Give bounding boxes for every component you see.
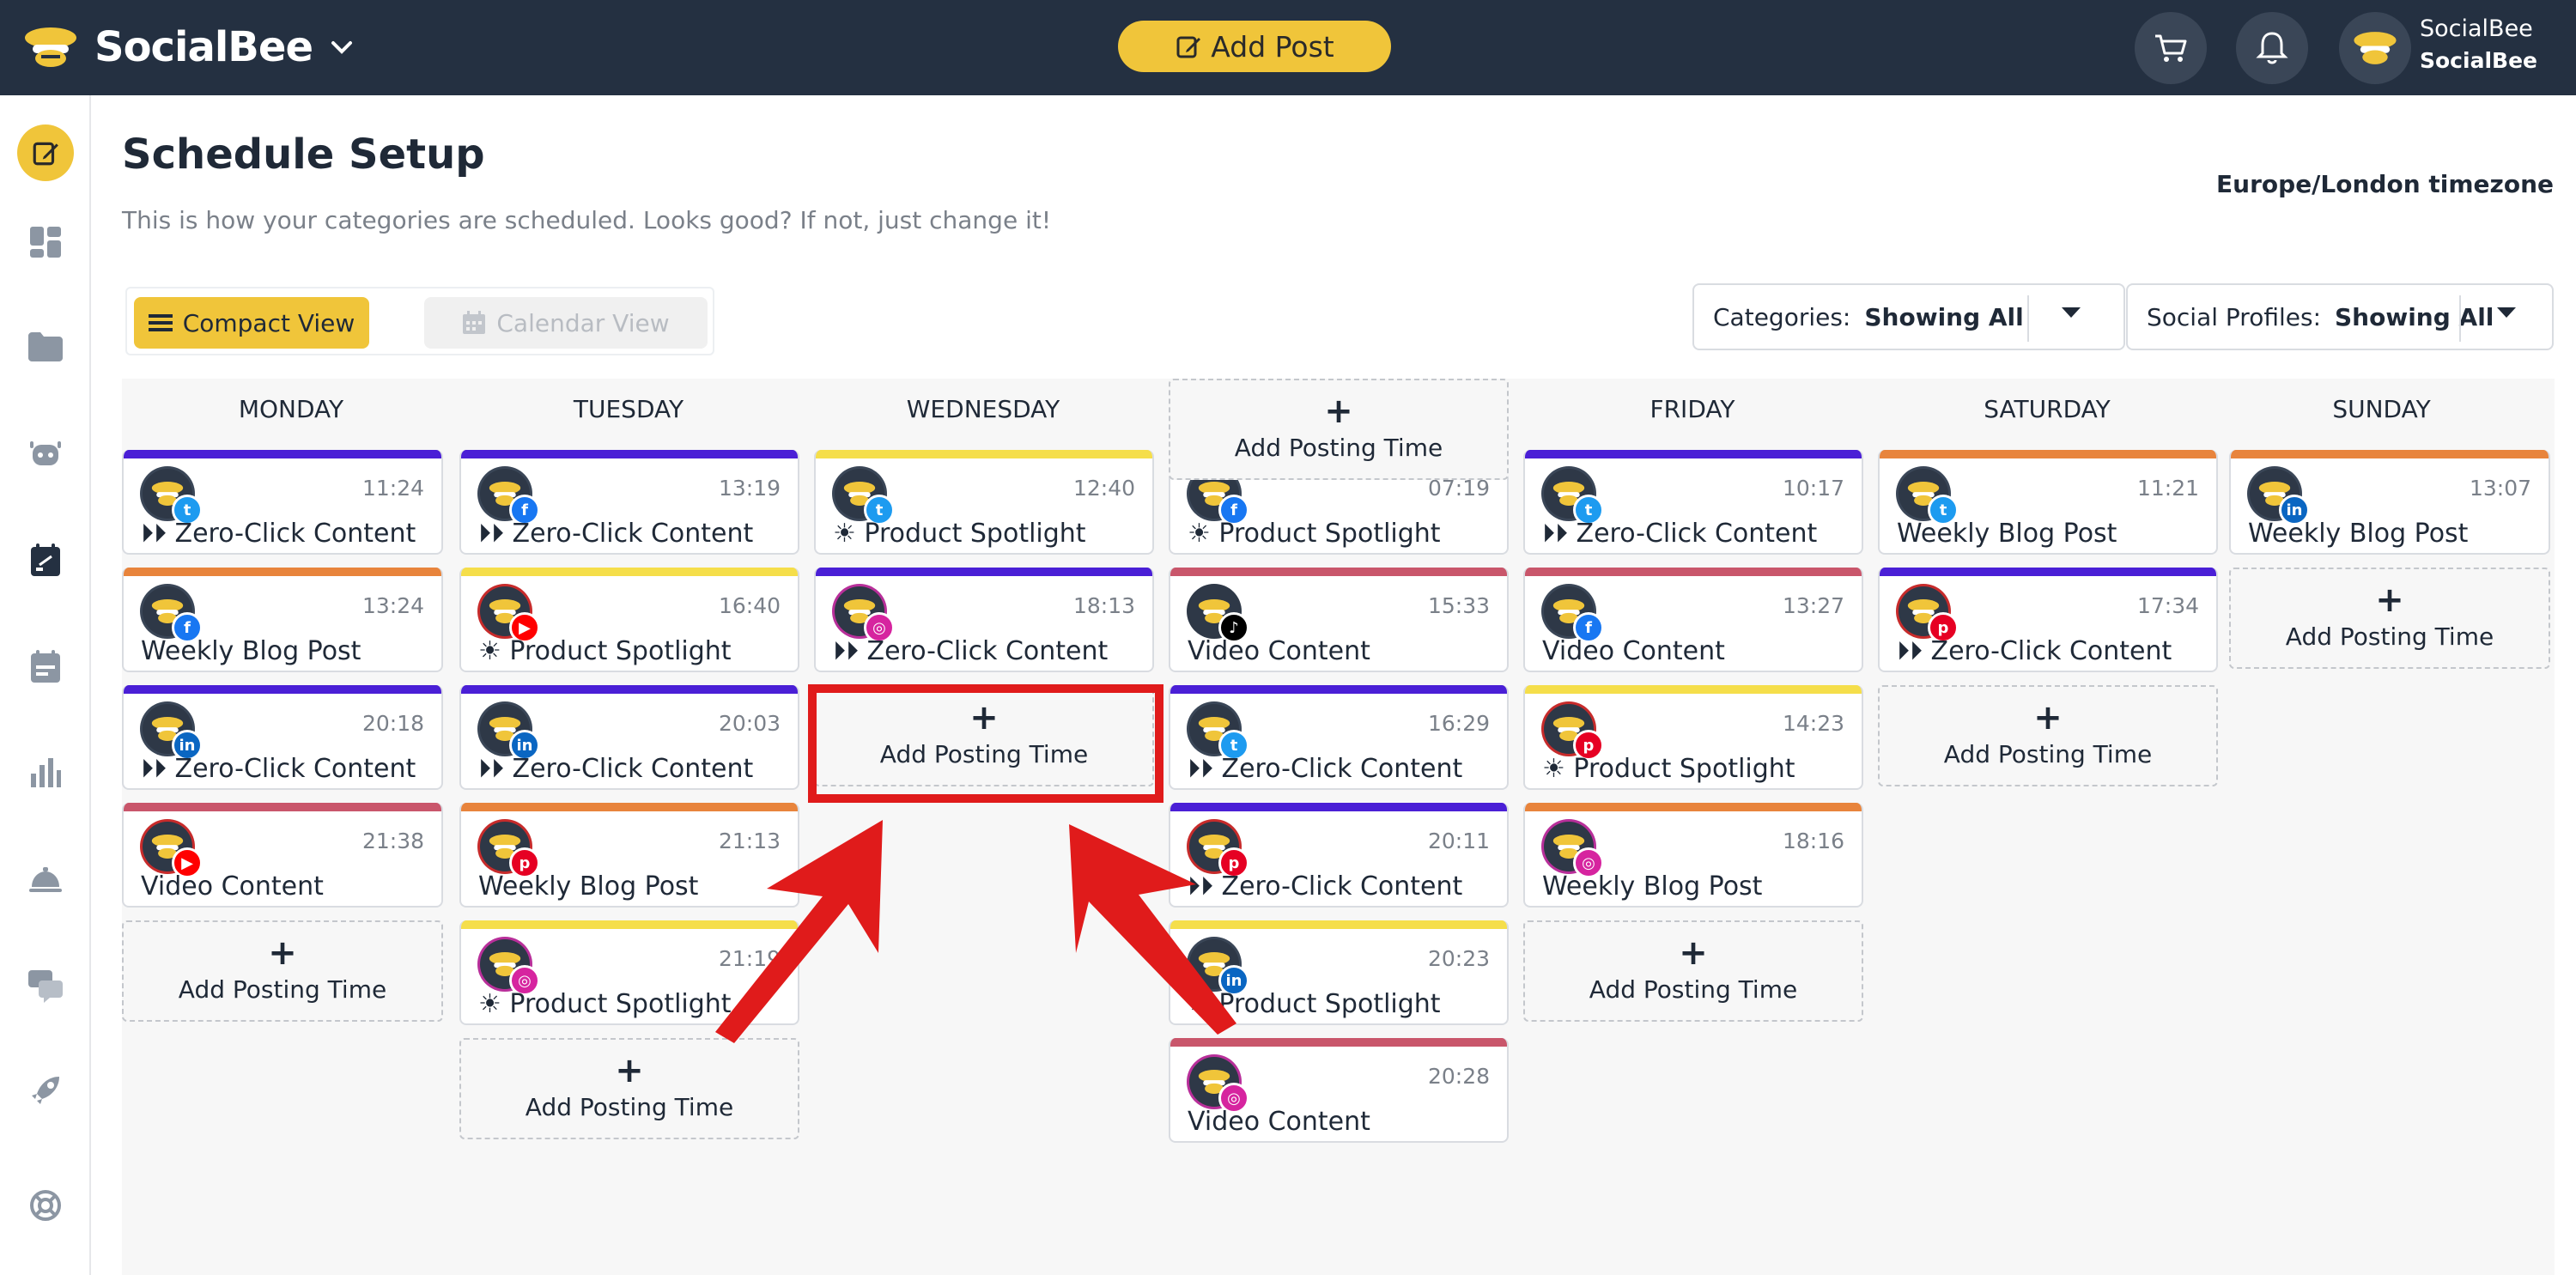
arrow-right	[1069, 824, 1236, 1035]
arrow-left	[715, 820, 883, 1043]
annotation-arrows	[715, 820, 1236, 1043]
